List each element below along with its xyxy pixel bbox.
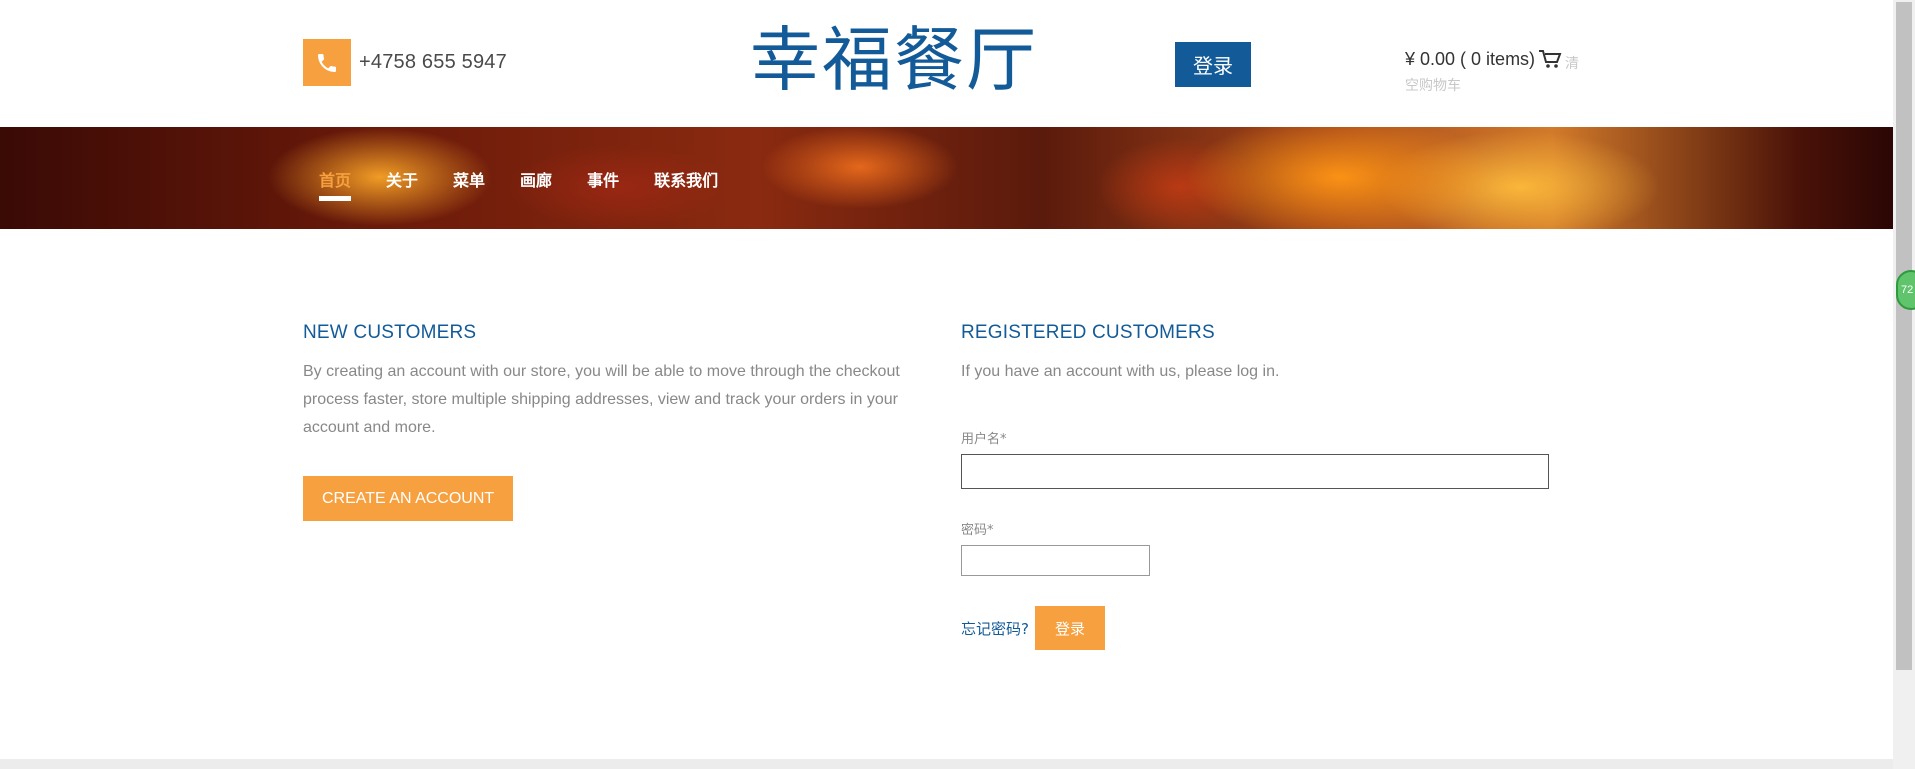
cart-clear-link[interactable]: 清	[1565, 53, 1579, 73]
login-button[interactable]: 登录	[1035, 606, 1105, 650]
phone-number: +4758 655 5947	[359, 51, 507, 73]
cart-icon[interactable]	[1538, 48, 1562, 70]
cart-summary[interactable]: ¥ 0.00 ( 0 items)	[1405, 48, 1585, 70]
nav-item-home[interactable]: 首页	[319, 167, 352, 201]
nav-item-menu[interactable]: 菜单	[453, 167, 485, 201]
nav-item-about[interactable]: 关于	[386, 167, 418, 201]
nav-item-contact[interactable]: 联系我们	[654, 167, 718, 201]
new-customers-section: NEW CUSTOMERS By creating an account wit…	[303, 322, 933, 521]
phone-contact: +4758 655 5947	[303, 39, 507, 86]
scrollbar[interactable]	[1893, 0, 1915, 769]
footer-strip	[0, 759, 1893, 769]
password-input[interactable]	[961, 545, 1150, 576]
nav-banner: 首页 关于 菜单 画廊 事件 联系我们	[0, 127, 1893, 229]
nav-item-events[interactable]: 事件	[587, 167, 619, 201]
username-label: 用户名*	[961, 432, 1007, 447]
main-nav: 首页 关于 菜单 画廊 事件 联系我们	[319, 167, 753, 201]
site-logo[interactable]: 幸福餐厅	[750, 20, 1038, 100]
scrollbar-thumb[interactable]	[1896, 2, 1912, 670]
new-customers-text: By creating an account with our store, y…	[303, 363, 900, 436]
registered-customers-section: REGISTERED CUSTOMERS If you have an acco…	[961, 322, 1581, 650]
registered-customers-text: If you have an account with us, please l…	[961, 363, 1280, 380]
phone-icon	[303, 39, 351, 86]
password-label: 密码*	[961, 523, 994, 538]
header-login-button[interactable]: 登录	[1175, 42, 1251, 87]
username-input[interactable]	[961, 454, 1549, 489]
cart-total[interactable]: ¥ 0.00 ( 0 items)	[1405, 49, 1535, 70]
floating-badge[interactable]: 72	[1896, 270, 1915, 310]
cart-clear-link-2[interactable]: 空购物车	[1405, 75, 1461, 95]
nav-item-gallery[interactable]: 画廊	[520, 167, 552, 201]
registered-customers-title: REGISTERED CUSTOMERS	[961, 322, 1215, 343]
create-account-button[interactable]: CREATE AN ACCOUNT	[303, 476, 514, 521]
forgot-password-link[interactable]: 忘记密码?	[961, 618, 1029, 639]
header: +4758 655 5947 幸福餐厅 登录 ¥ 0.00 ( 0 items)…	[0, 0, 1893, 127]
new-customers-title: NEW CUSTOMERS	[303, 322, 477, 343]
